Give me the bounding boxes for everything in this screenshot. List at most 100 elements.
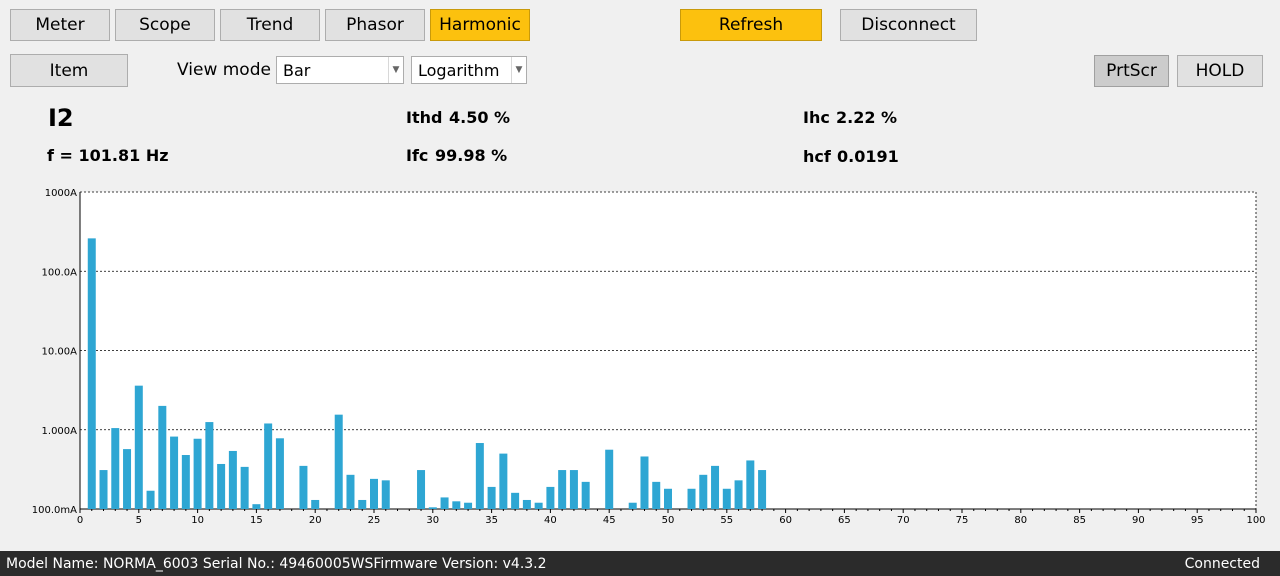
bar [487,486,496,509]
view-mode-value: Bar [283,61,311,80]
bar [569,470,578,509]
prtscr-button[interactable]: PrtScr [1094,55,1169,87]
item-button[interactable]: Item [10,54,128,87]
bar [522,499,531,509]
bar [546,486,555,509]
chevron-down-icon: ▼ [388,57,403,83]
bar [628,502,637,509]
bar [534,502,543,509]
bar [440,497,449,509]
x-tick-label: 10 [191,515,204,526]
ihc-value: 2.22 % [836,108,898,127]
scale-value: Logarithm [418,61,500,80]
bar [370,478,378,509]
bar [111,428,120,509]
bar [299,465,308,509]
connection-status: Connected [1184,556,1260,572]
bar [734,480,743,509]
bar [652,481,661,509]
x-tick-label: 5 [136,515,142,526]
bar [746,460,755,509]
ithd-value: 4.50 % [449,108,511,127]
harmonic-bar-chart: 100.0mA 1.000A 10.00A 100.0A 1000A 0 5 10 15 20 25… [32,188,1266,526]
x-tick-label: 85 [1073,515,1086,526]
bar [240,466,249,509]
x-tick-label: 100 [1246,515,1265,526]
bar [464,502,473,509]
x-tick-label: 45 [603,515,616,526]
ifc-label: Ifc [406,146,429,165]
bar [205,422,214,509]
tab-trend[interactable]: Trend [220,9,320,41]
chevron-down-icon: ▼ [511,57,526,83]
bar [346,474,355,509]
view-mode-select[interactable]: Bar ▼ [276,56,404,84]
bar [711,465,720,509]
y-tick-label: 1.000A [42,426,78,437]
bar [664,488,672,509]
bar [264,423,273,509]
bar [146,490,155,509]
ifc-value: 99.98 % [435,146,508,165]
hcf-label: hcf [803,147,831,166]
tab-scope[interactable]: Scope [115,9,215,41]
tab-harmonic[interactable]: Harmonic [430,9,530,41]
bar [640,456,649,509]
x-tick-label: 75 [956,515,969,526]
y-tick-label: 1000A [45,188,77,199]
x-tick-label: 55 [720,515,733,526]
x-tick-label: 70 [897,515,910,526]
bar [181,455,190,509]
bar [699,474,708,509]
view-mode-label: View mode [177,60,271,80]
x-tick-label: 15 [250,515,263,526]
refresh-button[interactable]: Refresh [680,9,822,41]
x-tick-label: 0 [77,515,83,526]
bar [275,438,284,509]
bar [217,463,226,509]
bar [193,438,202,509]
bar [87,238,96,510]
x-tick-label: 50 [662,515,675,526]
bar [170,436,179,509]
bar [123,449,132,509]
y-tick-label: 10.00A [42,347,78,358]
bar [687,488,696,509]
hcf-value: 0.0191 [837,147,899,166]
x-tick-label: 25 [368,515,381,526]
status-bar: Model Name: NORMA_6003 Serial No.: 49460… [0,551,1280,576]
bar [511,492,520,509]
ithd-label: Ithd [406,108,443,127]
tab-meter[interactable]: Meter [10,9,110,41]
bar [311,499,320,509]
bar [428,507,437,509]
bar [758,470,767,509]
tab-phasor[interactable]: Phasor [325,9,425,41]
channel-label: I2 [48,104,74,132]
bar [499,453,508,509]
bar [558,470,567,509]
bar [722,488,731,509]
x-tick-label: 65 [838,515,851,526]
x-tick-label: 95 [1191,515,1204,526]
bar [475,443,484,509]
y-tick-label: 100.0mA [32,505,77,516]
bar [381,480,390,509]
bar [252,504,261,509]
bar [99,470,108,509]
x-tick-label: 20 [309,515,322,526]
x-tick-label: 80 [1014,515,1027,526]
y-tick-label: 100.0A [42,267,78,278]
x-tick-label: 30 [426,515,439,526]
ihc-label: Ihc [803,108,830,127]
x-tick-label: 60 [779,515,792,526]
bar [158,405,167,509]
bar [605,449,614,509]
disconnect-button[interactable]: Disconnect [840,9,977,41]
scale-select[interactable]: Logarithm ▼ [411,56,527,84]
bar [581,481,590,509]
bar [334,414,343,509]
frequency-reading: f = 101.81 Hz [47,146,169,165]
device-info: Model Name: NORMA_6003 Serial No.: 49460… [6,556,547,572]
hold-button[interactable]: HOLD [1177,55,1263,87]
